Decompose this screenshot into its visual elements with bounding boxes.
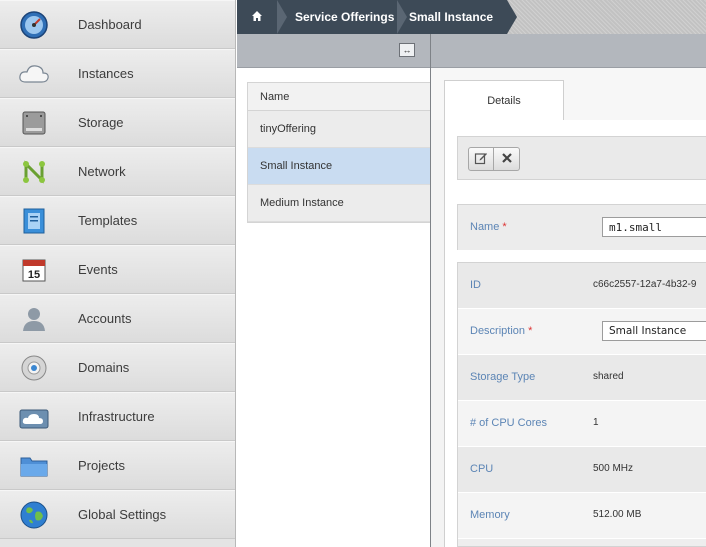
tab-details[interactable]: Details bbox=[444, 80, 564, 121]
domain-icon bbox=[18, 352, 50, 384]
sidebar-item-label: Infrastructure bbox=[78, 409, 155, 424]
id-row: ID c66c2557-12a7-4b32-9 bbox=[458, 263, 706, 309]
cpu-value: 500 MHz bbox=[593, 463, 634, 474]
breadcrumb: Service Offerings Small Instance bbox=[237, 0, 706, 34]
breadcrumb-separator bbox=[507, 0, 517, 34]
id-value: c66c2557-12a7-4b32-9 bbox=[593, 279, 697, 290]
templates-icon bbox=[18, 205, 50, 237]
column-header-name[interactable]: Name bbox=[248, 83, 430, 111]
sidebar-item-storage[interactable]: Storage bbox=[0, 98, 235, 147]
sidebar-item-label: Network bbox=[78, 164, 126, 179]
sidebar-item-domains[interactable]: Domains bbox=[0, 343, 235, 392]
cpu-row: CPU 500 MHz bbox=[458, 447, 706, 493]
sidebar-item-label: Dashboard bbox=[78, 17, 142, 32]
sidebar-item-infrastructure[interactable]: Infrastructure bbox=[0, 392, 235, 441]
sidebar-item-label: Accounts bbox=[78, 311, 132, 326]
name-field-block: Name * m1.small bbox=[457, 204, 706, 251]
tab-strip: Details bbox=[431, 68, 706, 121]
list-item[interactable]: Small Instance bbox=[248, 148, 430, 185]
cpu-cores-row: # of CPU Cores 1 bbox=[458, 401, 706, 447]
sidebar-item-label: Projects bbox=[78, 458, 125, 473]
breadcrumb-home[interactable] bbox=[237, 0, 277, 34]
calendar-icon: 15 bbox=[18, 254, 50, 286]
edit-button[interactable] bbox=[468, 147, 494, 171]
name-input[interactable]: m1.small bbox=[602, 217, 706, 237]
breadcrumb-service-offerings[interactable]: Service Offerings bbox=[277, 0, 397, 34]
memory-value: 512.00 MB bbox=[593, 509, 642, 520]
globe-icon bbox=[18, 499, 50, 531]
svg-text:15: 15 bbox=[28, 269, 40, 281]
storage-type-value: shared bbox=[593, 371, 624, 382]
breadcrumb-label: Service Offerings bbox=[295, 10, 395, 24]
description-label: Description * bbox=[470, 325, 533, 337]
breadcrumb-small-instance[interactable]: Small Instance bbox=[397, 0, 507, 34]
sidebar-item-dashboard[interactable]: Dashboard bbox=[0, 0, 235, 49]
cpu-cores-label: # of CPU Cores bbox=[470, 417, 548, 429]
sidebar-item-instances[interactable]: Instances bbox=[0, 49, 235, 98]
infrastructure-icon bbox=[18, 401, 50, 433]
sidebar-item-accounts[interactable]: Accounts bbox=[0, 294, 235, 343]
details-fields-block: ID c66c2557-12a7-4b32-9 Description * Sm… bbox=[457, 262, 706, 547]
description-row: Description * Small Instance bbox=[458, 309, 706, 355]
sidebar-item-events[interactable]: 15 Events bbox=[0, 245, 235, 294]
sidebar-item-label: Instances bbox=[78, 66, 134, 81]
action-bar bbox=[457, 136, 706, 180]
sidebar-item-global-settings[interactable]: Global Settings bbox=[0, 490, 235, 539]
sidebar-item-label: Domains bbox=[78, 360, 130, 375]
sidebar-item-templates[interactable]: Templates bbox=[0, 196, 235, 245]
sidebar-item-label: Events bbox=[78, 262, 118, 277]
expand-panel-button[interactable]: ↔ bbox=[399, 43, 415, 57]
sub-toolbar bbox=[237, 34, 706, 68]
sidebar-item-label: Storage bbox=[78, 115, 124, 130]
delete-button[interactable] bbox=[494, 147, 520, 171]
delete-icon bbox=[501, 152, 513, 167]
name-row: Name * m1.small bbox=[458, 205, 706, 251]
edit-icon bbox=[474, 151, 488, 168]
memory-label: Memory bbox=[470, 509, 510, 521]
detail-panel: Details Name * m1.small ID c66c2557-12a7… bbox=[431, 68, 706, 547]
expand-arrows-icon: ↔ bbox=[402, 45, 412, 55]
folder-icon bbox=[18, 450, 50, 482]
storage-type-row: Storage Type shared bbox=[458, 355, 706, 401]
storage-icon bbox=[18, 107, 50, 139]
breadcrumb-separator bbox=[397, 0, 407, 34]
description-input[interactable]: Small Instance bbox=[602, 321, 706, 341]
cpu-label: CPU bbox=[470, 463, 494, 475]
sidebar-item-projects[interactable]: Projects bbox=[0, 441, 235, 490]
breadcrumb-label: Small Instance bbox=[409, 10, 494, 24]
name-label: Name * bbox=[470, 221, 507, 233]
home-icon bbox=[251, 10, 263, 25]
memory-row: Memory 512.00 MB bbox=[458, 493, 706, 539]
offerings-table: Name tinyOffering Small Instance Medium … bbox=[247, 82, 430, 223]
id-label: ID bbox=[470, 279, 481, 291]
sidebar-item-network[interactable]: Network bbox=[0, 147, 235, 196]
user-icon bbox=[18, 303, 50, 335]
offerings-list-panel: Name tinyOffering Small Instance Medium … bbox=[237, 68, 430, 547]
dashboard-icon bbox=[18, 9, 50, 41]
list-item[interactable]: Medium Instance bbox=[248, 185, 430, 222]
storage-type-label: Storage Type bbox=[470, 371, 536, 383]
list-item[interactable]: tinyOffering bbox=[248, 111, 430, 148]
sidebar-nav: Dashboard Instances Storage Network Temp… bbox=[0, 0, 236, 547]
sidebar-item-label: Templates bbox=[78, 213, 138, 228]
cloud-icon bbox=[18, 58, 50, 90]
detail-body: Name * m1.small ID c66c2557-12a7-4b32-9 … bbox=[444, 120, 706, 547]
sidebar-item-label: Global Settings bbox=[78, 507, 167, 522]
cpu-cores-value: 1 bbox=[593, 417, 599, 428]
breadcrumb-separator bbox=[277, 0, 287, 34]
network-icon bbox=[18, 156, 50, 188]
